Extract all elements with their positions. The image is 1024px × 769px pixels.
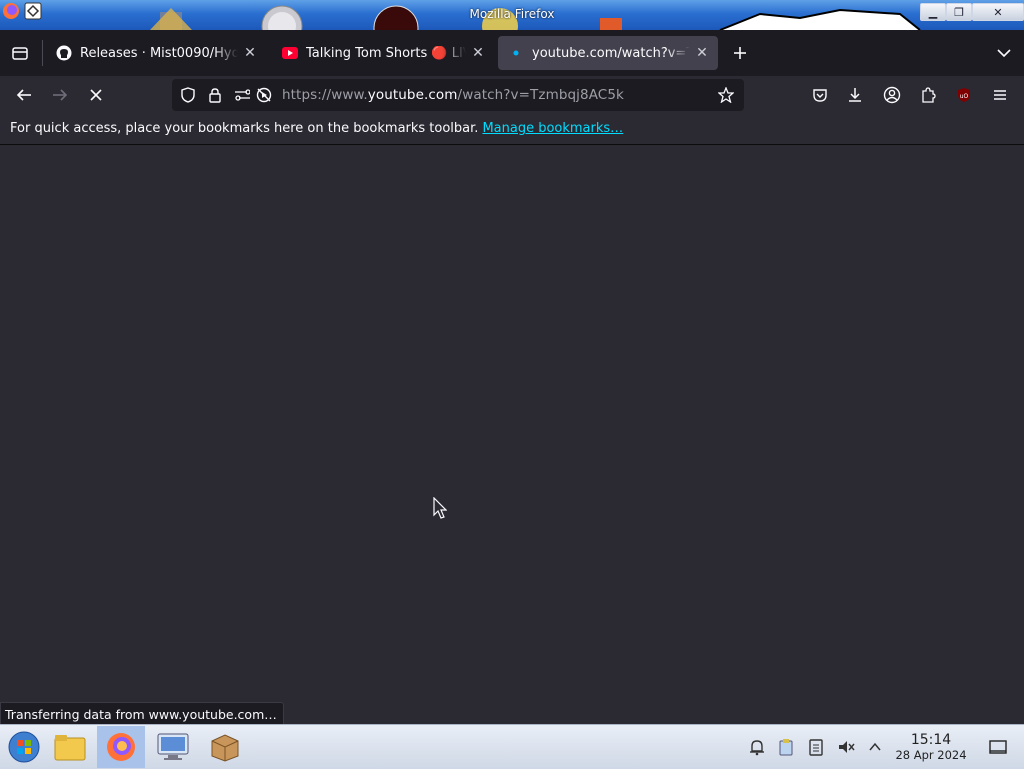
close-tab-icon[interactable]: ✕ xyxy=(466,41,490,65)
package-icon[interactable] xyxy=(201,726,249,768)
tab-separator xyxy=(42,40,43,66)
back-button[interactable] xyxy=(10,81,38,109)
bookmarks-toolbar: For quick access, place your bookmarks h… xyxy=(0,114,1024,145)
pocket-icon xyxy=(813,89,827,102)
clipboard-icon[interactable] xyxy=(776,737,796,757)
chevron-down-icon xyxy=(997,49,1011,58)
app-menu-button[interactable] xyxy=(986,81,1014,109)
account-button[interactable] xyxy=(878,81,906,109)
show-desktop-icon[interactable] xyxy=(988,737,1008,757)
clock-date[interactable]: 28 Apr 2024 xyxy=(894,748,968,762)
bookmark-star-icon[interactable] xyxy=(718,87,734,103)
start-orb-icon[interactable] xyxy=(0,726,48,768)
tab-list-button[interactable] xyxy=(8,41,32,65)
taskbar xyxy=(0,724,1024,769)
tab-talking-tom[interactable]: Talking Tom Shorts 🔴 LIVE ✕ xyxy=(272,36,494,70)
ublock-origin-icon: uO xyxy=(958,88,970,102)
tab-label: Releases · Mist0090/Hydra xyxy=(80,45,238,61)
hamburger-menu-icon xyxy=(994,90,1006,100)
arrow-right-icon xyxy=(53,89,68,101)
forward-button[interactable] xyxy=(46,81,74,109)
tab-releases[interactable]: Releases · Mist0090/Hydra ✕ xyxy=(46,36,266,70)
new-tab-button[interactable] xyxy=(728,41,752,65)
tab-youtube-watch[interactable]: youtube.com/watch?v=Tzmbqj8AC5k ✕ xyxy=(498,36,718,70)
github-icon xyxy=(56,45,72,61)
maximize-button[interactable]: ❐ xyxy=(946,3,972,21)
bookmarks-empty-message: For quick access, place your bookmarks h… xyxy=(10,121,623,136)
tab-strip: Releases · Mist0090/Hydra ✕ Talking Tom … xyxy=(0,30,1024,76)
status-text: Transferring data from www.youtube.com… xyxy=(5,706,277,722)
stop-x-icon xyxy=(90,89,102,101)
tab-label: Talking Tom Shorts 🔴 LIVE xyxy=(306,45,466,61)
url-prefix: https://www. xyxy=(282,87,368,103)
svg-text:uO: uO xyxy=(960,93,969,100)
extensions-button[interactable] xyxy=(914,81,942,109)
lock-icon[interactable] xyxy=(207,87,223,103)
arrow-left-icon xyxy=(16,89,31,101)
address-bar[interactable]: https://www.youtube.com/watch?v=Tzmbqj8A… xyxy=(172,79,744,111)
tabs-list-icon xyxy=(12,47,28,60)
account-icon xyxy=(883,86,901,104)
window-titlebar[interactable]: Mozilla Firefox ▁ ❐ ✕ xyxy=(0,0,1024,30)
firefox-icon[interactable] xyxy=(97,726,145,768)
url-field[interactable]: https://www.youtube.com/watch?v=Tzmbqj8A… xyxy=(282,87,624,103)
status-panel: Transferring data from www.youtube.com… xyxy=(0,702,284,726)
permissions-icon[interactable] xyxy=(234,87,250,103)
pocket-button[interactable] xyxy=(806,81,834,109)
mouse-pointer-icon xyxy=(433,497,447,519)
tray-expand-icon[interactable] xyxy=(865,737,885,757)
download-icon xyxy=(849,88,861,102)
youtube-icon xyxy=(282,45,298,61)
page-content[interactable] xyxy=(0,145,1024,724)
navigation-toolbar: https://www.youtube.com/watch?v=Tzmbqj8A… xyxy=(0,76,1024,114)
plus-icon xyxy=(734,47,746,59)
minimize-button[interactable]: ▁ xyxy=(920,3,946,21)
close-tab-icon[interactable]: ✕ xyxy=(238,41,262,65)
system-monitor-icon[interactable] xyxy=(149,726,197,768)
autoplay-blocked-icon[interactable] xyxy=(256,87,272,103)
loading-dot-icon xyxy=(508,45,524,61)
close-window-button[interactable]: ✕ xyxy=(972,3,1024,21)
notifications-icon[interactable] xyxy=(747,737,767,757)
downloads-button[interactable] xyxy=(841,81,869,109)
manage-bookmarks-link[interactable]: Manage bookmarks… xyxy=(482,121,623,136)
puzzle-piece-icon xyxy=(922,87,936,103)
ublock-origin-button[interactable]: uO xyxy=(950,81,978,109)
close-tab-icon[interactable]: ✕ xyxy=(690,41,714,65)
stop-loading-button[interactable] xyxy=(82,81,110,109)
list-all-tabs-button[interactable] xyxy=(992,41,1016,65)
url-host: youtube.com xyxy=(367,87,458,103)
clock-time[interactable]: 15:14 xyxy=(894,732,968,748)
url-path: /watch?v=Tzmbqj8AC5k xyxy=(457,87,624,103)
file-manager-icon[interactable] xyxy=(46,726,94,768)
window-title: Mozilla Firefox xyxy=(469,7,555,21)
tracking-protection-shield-icon[interactable] xyxy=(180,87,196,103)
task-icon[interactable] xyxy=(806,737,826,757)
volume-muted-icon[interactable] xyxy=(836,737,856,757)
tab-label: youtube.com/watch?v=Tzmbqj8AC5k xyxy=(532,45,690,61)
bookmarks-hint: For quick access, place your bookmarks h… xyxy=(10,121,479,136)
